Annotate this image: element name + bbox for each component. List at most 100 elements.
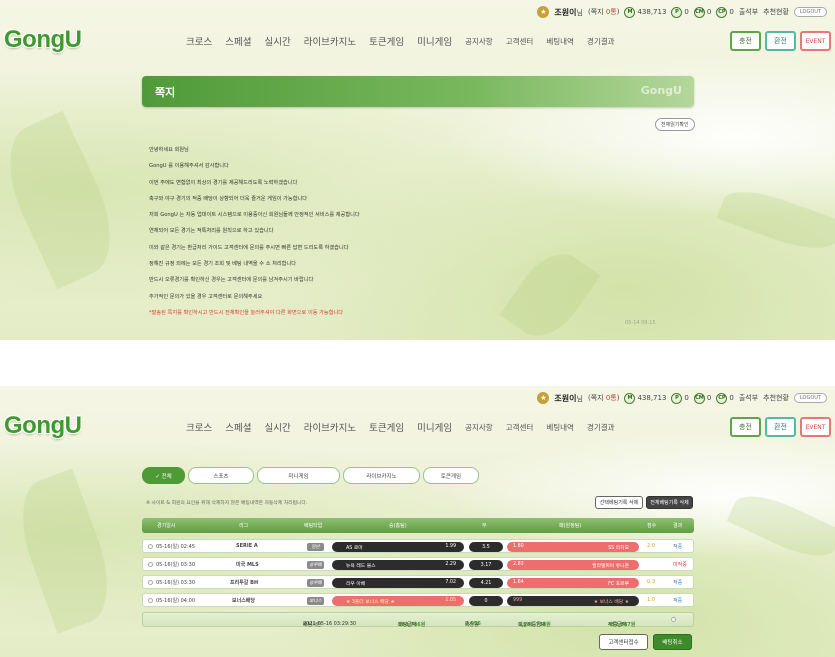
row-time: 05-16(일) 02:45 xyxy=(156,544,196,550)
draw-pick-cell[interactable]: 0 xyxy=(469,596,503,606)
draw-pick-cell[interactable]: 3.17 xyxy=(469,560,503,570)
memo-count-link[interactable]: (쪽지 0통) xyxy=(588,7,620,17)
nav-token-game[interactable]: 토큰게임 xyxy=(369,34,404,48)
memo-date: 05-14 09:15 xyxy=(625,320,656,326)
tab-sports[interactable]: 스포츠 xyxy=(188,467,254,484)
nav-live-casino[interactable]: 라이브카지노 xyxy=(304,420,356,434)
charge-button[interactable]: 충전 xyxy=(730,31,761,51)
row-time: 05-16(일) 04:00 xyxy=(156,598,196,604)
nav-live[interactable]: 실시간 xyxy=(264,420,290,434)
row-time: 05-16(일) 03:30 xyxy=(156,562,196,568)
bet-notice: ※ 사이트 & 회원의 요인을 위해 삭제하지 않은 베팅내역은 자동삭제 처리… xyxy=(146,501,308,506)
row-result: 적중 xyxy=(673,598,683,604)
main-nav: 크로스 스페셜 실시간 라이브카지노 토큰게임 미니게임 공지사항 고객센터 베… xyxy=(186,34,615,49)
point-icon: P xyxy=(671,6,683,18)
home-pick-cell[interactable]: 리우 아베 7.02 xyxy=(332,578,464,588)
read-all-button[interactable]: 전체읽기확인 xyxy=(655,118,695,131)
col-time: 경기일시 xyxy=(157,523,176,529)
memo-screen: GongU ★ 조원이님 (쪽지 0통) M 438,713 P0 CM 0 CP 0… xyxy=(0,0,835,340)
bet-row[interactable]: 05-16(일) 04:00 보너스배당 보너스 ★ 3폴더 보너스 배당 ★ 1… xyxy=(142,593,694,607)
nav-special[interactable]: 스페셜 xyxy=(225,34,251,48)
bet-row[interactable]: 05-16(일) 03:30 미국 MLS 승무패 뉴욕 레드 불스 2.29 3… xyxy=(142,557,694,571)
memo-line: 안녕하세요 회원님 xyxy=(149,147,189,153)
recommend-link[interactable]: 추천현황 xyxy=(763,7,789,17)
away-pick-cell[interactable]: 2.83 필라델피아 유니온 xyxy=(507,560,639,570)
recommend-link[interactable]: 추천현황 xyxy=(763,393,789,403)
memo-count-link[interactable]: (쪽지 0통) xyxy=(588,393,620,403)
support-submit-button[interactable]: 고객센터접수 xyxy=(599,634,648,650)
summary-radio[interactable] xyxy=(671,617,676,622)
site-logo[interactable]: GongU xyxy=(4,412,82,440)
row-score: 0:3 xyxy=(647,579,656,585)
nav-bet-history[interactable]: 베팅내역 xyxy=(546,36,574,47)
tab-token-game[interactable]: 토큰게임 xyxy=(423,467,479,484)
row-score: 1:0 xyxy=(647,597,656,603)
nav-notice[interactable]: 공지사항 xyxy=(465,422,493,433)
cm-point: CM 0 xyxy=(693,392,712,404)
event-button[interactable]: EVENT xyxy=(800,31,831,51)
nav-cross[interactable]: 크로스 xyxy=(186,420,212,434)
nav-cross[interactable]: 크로스 xyxy=(186,34,212,48)
row-type-badge: 보너스 xyxy=(307,597,324,605)
nav-special[interactable]: 스페셜 xyxy=(225,420,251,434)
row-result: 미적중 xyxy=(673,562,687,568)
memo-line: GongU 를 이용해주셔서 감사합니다 xyxy=(149,163,229,170)
tab-live-casino[interactable]: 라이브카지노 xyxy=(343,467,420,484)
cancel-bet-button[interactable]: 배팅취소 xyxy=(653,634,692,650)
logout-button[interactable]: LOGOUT xyxy=(793,393,827,403)
row-radio[interactable] xyxy=(148,598,153,603)
draw-pick-cell[interactable]: 4.21 xyxy=(469,578,503,588)
away-pick-cell[interactable]: 1.80 SS 라치오 xyxy=(507,542,639,552)
exchange-button[interactable]: 환전 xyxy=(765,417,796,437)
tab-mini-game[interactable]: 미니게임 xyxy=(257,467,340,484)
point: P0 xyxy=(671,6,689,18)
away-pick-cell[interactable]: 999 ★ 보너스 배당 ★ xyxy=(507,596,639,606)
memo-line: 축구와 야구 경기의 적중 배당이 상향되어 더욱 즐거운 게임이 가능합니다 xyxy=(149,195,308,202)
bet-row[interactable]: 05-16(일) 02:45 SERIE A 일반 AS 로마 1.99 3.5 … xyxy=(142,539,694,553)
row-result: 적중 xyxy=(673,580,683,586)
col-draw: 무 xyxy=(482,523,487,529)
col-type: 베팅타입 xyxy=(304,523,323,529)
nav-notice[interactable]: 공지사항 xyxy=(465,36,493,47)
row-radio[interactable] xyxy=(148,562,153,567)
exchange-button[interactable]: 환전 xyxy=(765,31,796,51)
logout-button[interactable]: LOGOUT xyxy=(793,7,827,17)
event-button[interactable]: EVENT xyxy=(800,417,831,437)
memo-line: 정해진 규정 외에는 모든 경기 조회 및 베팅 내역을 수 소 처리합니다 xyxy=(149,261,296,268)
memo-watermark-logo: GongU xyxy=(640,84,682,97)
nav-bet-history[interactable]: 베팅내역 xyxy=(546,422,574,433)
memo-warning-line: *발송된 쪽지를 확인하시고 반드시 전체확인을 눌러주셔야 다른 화면으로 이… xyxy=(149,309,344,316)
home-pick-cell[interactable]: ★ 3폴더 보너스 배당 ★ 1.05 xyxy=(332,596,464,606)
row-radio[interactable] xyxy=(148,544,153,549)
site-logo[interactable]: GongU xyxy=(4,26,82,54)
quick-buttons: 충전 환전 EVENT xyxy=(730,31,831,51)
row-type-badge: 승무패 xyxy=(307,561,324,569)
nav-support[interactable]: 고객센터 xyxy=(506,422,534,433)
nav-support[interactable]: 고객센터 xyxy=(506,36,534,47)
delete-all-button[interactable]: 전체베팅기록 삭제 xyxy=(646,496,693,509)
nav-results[interactable]: 경기결과 xyxy=(587,422,615,433)
delete-selected-button[interactable]: 선택베팅기록 삭제 xyxy=(595,496,643,509)
row-time: 05-16(일) 03:30 xyxy=(156,580,196,586)
nav-token-game[interactable]: 토큰게임 xyxy=(369,420,404,434)
nav-mini-game[interactable]: 미니게임 xyxy=(417,420,452,434)
nav-results[interactable]: 경기결과 xyxy=(587,36,615,47)
user-name: 조원이님 xyxy=(554,7,583,17)
bet-row[interactable]: 05-16(일) 03:30 프리투갈 BH 승무패 리우 아베 7.02 4.2… xyxy=(142,575,694,589)
point-icon: P xyxy=(671,392,683,404)
attendance-link[interactable]: 출석부 xyxy=(739,7,758,17)
cm-point: CM 0 xyxy=(693,6,712,18)
row-radio[interactable] xyxy=(148,580,153,585)
main-nav: 크로스 스페셜 실시간 라이브카지노 토큰게임 미니게임 공지사항 고객센터 베… xyxy=(186,420,615,435)
nav-live-casino[interactable]: 라이브카지노 xyxy=(304,34,356,48)
tab-all[interactable]: ✓ 전체 xyxy=(142,467,185,484)
nav-mini-game[interactable]: 미니게임 xyxy=(417,34,452,48)
charge-button[interactable]: 충전 xyxy=(730,417,761,437)
memo-line: 추가적인 문의가 있을 경우 고객센터로 문의해주세요 xyxy=(149,293,263,300)
home-pick-cell[interactable]: AS 로마 1.99 xyxy=(332,542,464,552)
home-pick-cell[interactable]: 뉴욕 레드 불스 2.29 xyxy=(332,560,464,570)
attendance-link[interactable]: 출석부 xyxy=(739,393,758,403)
draw-pick-cell[interactable]: 3.5 xyxy=(469,542,503,552)
nav-live[interactable]: 실시간 xyxy=(264,34,290,48)
away-pick-cell[interactable]: 1.64 FC 포르투 xyxy=(507,578,639,588)
